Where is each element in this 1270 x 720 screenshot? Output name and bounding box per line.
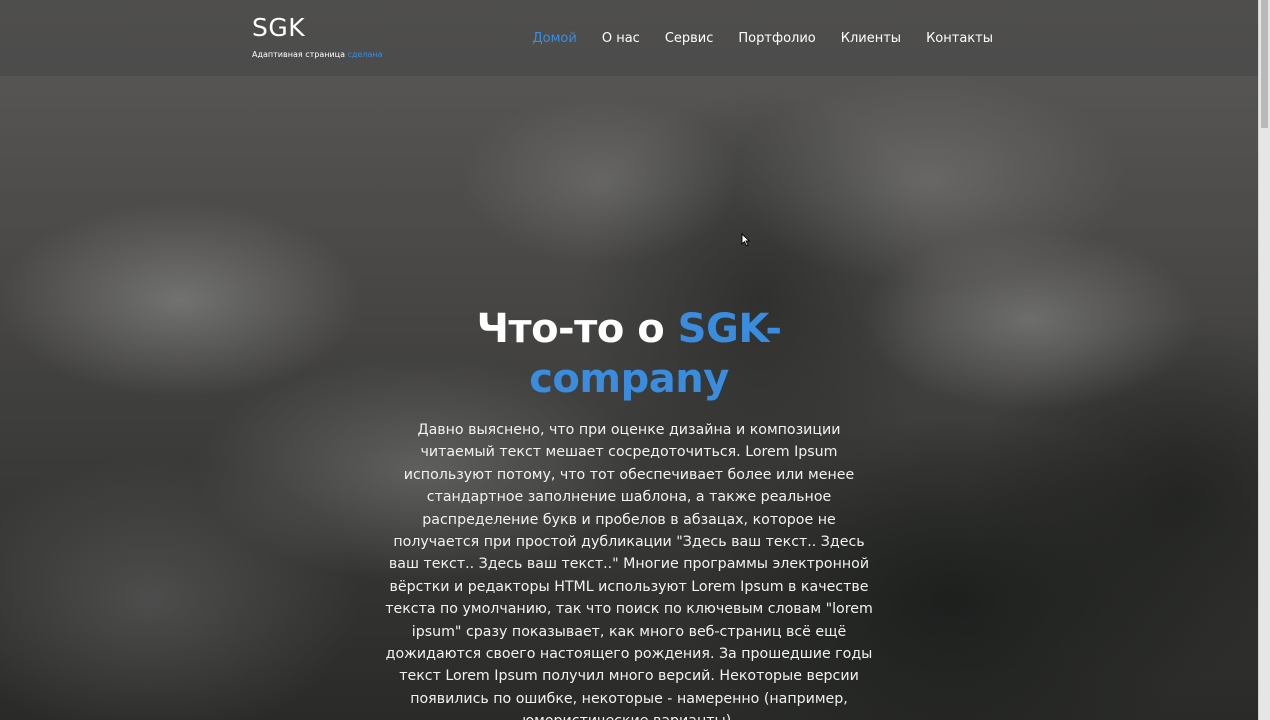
navbar: SGK Адаптивная страница сделана Домой О … [0, 0, 1258, 76]
brand-subtitle: Адаптивная страница сделана [252, 49, 383, 61]
nav-item-service[interactable]: Сервис [665, 30, 714, 48]
brand[interactable]: SGK Адаптивная страница сделана [252, 12, 383, 61]
hero-title-prefix: Что-то о [476, 306, 665, 352]
main-menu: Домой О нас Сервис Портфолио Клиенты Кон… [508, 30, 994, 48]
page: SGK Адаптивная страница сделана Домой О … [0, 0, 1270, 720]
scrollbar-thumb[interactable] [1261, 0, 1268, 128]
hero-section: Что-то о SGK-company Давно выяснено, что… [379, 304, 879, 720]
brand-subtitle-accent: сделана [347, 50, 383, 59]
page-scrollbar[interactable] [1258, 0, 1270, 720]
nav-item-contacts[interactable]: Контакты [926, 30, 993, 48]
nav-item-portfolio[interactable]: Портфолио [738, 30, 815, 48]
nav-item-clients[interactable]: Клиенты [841, 30, 901, 48]
brand-title[interactable]: SGK [252, 12, 383, 44]
hero-title: Что-то о SGK-company [379, 304, 879, 404]
mouse-pointer-icon [741, 233, 751, 247]
nav-item-home[interactable]: Домой [533, 30, 577, 48]
brand-subtitle-text: Адаптивная страница [252, 50, 346, 59]
nav-item-about[interactable]: О нас [602, 30, 640, 48]
hero-paragraph: Давно выяснено, что при оценке дизайна и… [385, 422, 873, 720]
